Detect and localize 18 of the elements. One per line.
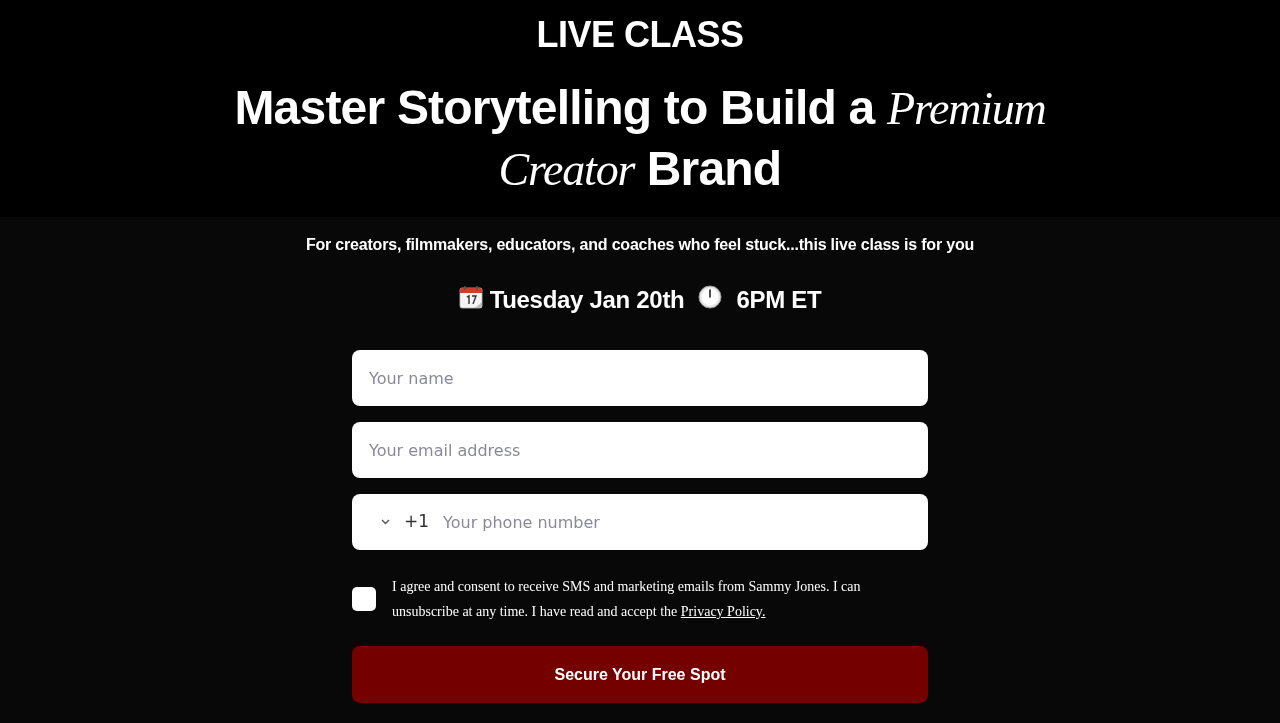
privacy-policy-link[interactable]: Privacy Policy. (680, 604, 766, 619)
event-time: 6PM ET (736, 285, 822, 315)
text-input[interactable]: Your email address (352, 422, 928, 478)
text-input[interactable]: Your name (352, 350, 928, 406)
event-date: Tuesday Jan 20th (489, 285, 685, 315)
caret-icon (381, 519, 390, 525)
calendar-icon (458, 285, 483, 309)
eyebrow-label: LIVE CLASS (536, 14, 744, 56)
phone-number-input[interactable]: Your phone number (443, 494, 916, 550)
submit-button[interactable]: Secure Your Free Spot (352, 646, 928, 703)
clock-icon (698, 285, 723, 309)
dial-code: +1 (404, 510, 430, 534)
consent-text: I agree and consent to receive SMS and marketing emails from Sammy Jones. I can unsubscribe at any time. I have read and accept the Privacy Policy. (392, 578, 862, 621)
headline: Master Storytelling to Build a Premium Creator Brand (233, 80, 1047, 197)
subtitle: For creators, filmmakers, educators, and coaches who feel stuck...this live class is for you (305, 235, 975, 255)
phone-field[interactable]: +1 Your phone number (352, 494, 928, 550)
country-dropdown[interactable] (381, 519, 390, 525)
consent-checkbox[interactable] (352, 587, 376, 611)
